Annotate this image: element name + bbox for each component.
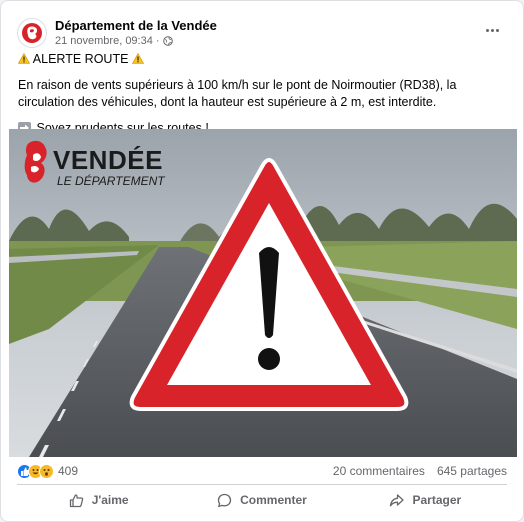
- like-button[interactable]: J'aime: [17, 487, 180, 513]
- logo-title: VENDÉE: [53, 145, 163, 175]
- share-button[interactable]: Partager: [344, 487, 507, 513]
- share-label: Partager: [412, 493, 462, 507]
- more-options-icon: [485, 28, 489, 32]
- shares-count[interactable]: 645 partages: [437, 464, 507, 478]
- like-label: J'aime: [91, 493, 129, 507]
- actions-divider: [17, 484, 507, 485]
- share-arrow-icon: [390, 493, 405, 506]
- warning-emoji-icon: [131, 53, 144, 64]
- post-body: En raison de vents supérieurs à 100 km/h…: [18, 78, 457, 109]
- globe-icon: [162, 36, 173, 46]
- post-meta: Département de la Vendée 21 novembre, 09…: [55, 18, 217, 49]
- post-stats: 409 20 commentaires 645 partages: [17, 460, 507, 482]
- page-name-link[interactable]: Département de la Vendée: [55, 18, 217, 34]
- timestamp-link[interactable]: 21 novembre, 09:34 ·: [55, 34, 160, 49]
- reactions-summary[interactable]: 409: [17, 463, 78, 479]
- facebook-post-card: Département de la Vendée 21 novembre, 09…: [0, 0, 524, 522]
- post-actions: J'aime Commenter Partager: [17, 487, 507, 513]
- comment-label: Commenter: [240, 493, 307, 507]
- comment-bubble-icon: [217, 493, 232, 507]
- post-image[interactable]: VENDÉE LE DÉPARTEMENT: [9, 129, 517, 457]
- warning-emoji-icon: [18, 53, 30, 64]
- comment-button[interactable]: Commenter: [180, 487, 343, 513]
- logo-subtitle: LE DÉPARTEMENT: [57, 173, 166, 188]
- wow-reaction-icon: [39, 463, 54, 479]
- engagement-counts: 20 commentaires 645 partages: [333, 464, 507, 478]
- post-header: Département de la Vendée 21 novembre, 09…: [17, 13, 507, 53]
- page-avatar[interactable]: [17, 18, 47, 48]
- post-time: 21 novembre, 09:34 ·: [55, 34, 217, 49]
- alert-title: ALERTE ROUTE: [32, 52, 129, 66]
- reaction-count[interactable]: 409: [58, 464, 78, 478]
- more-options-button[interactable]: [477, 17, 507, 43]
- alert-line: ALERTE ROUTE: [18, 51, 507, 68]
- vendee-logo-icon: [22, 23, 42, 43]
- thumbs-up-icon: [69, 493, 83, 507]
- comments-count[interactable]: 20 commentaires: [333, 464, 425, 478]
